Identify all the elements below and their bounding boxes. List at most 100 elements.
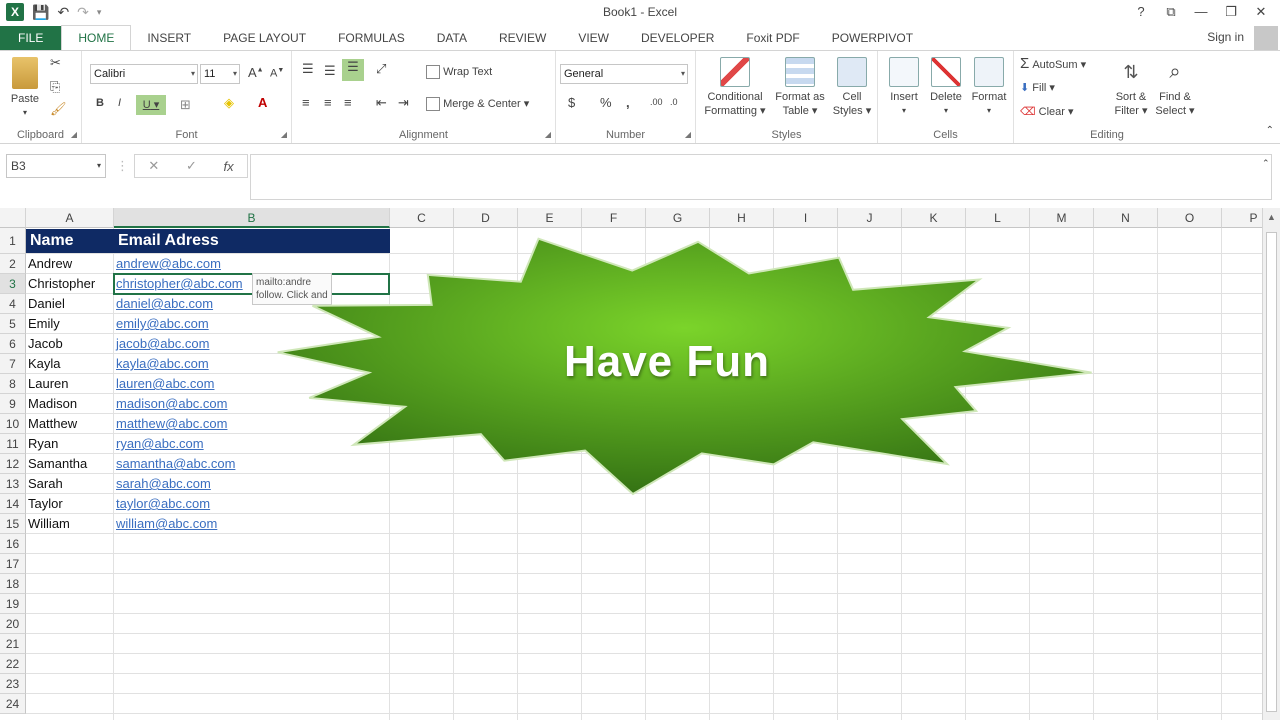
row-header-15[interactable]: 15: [0, 514, 26, 534]
row-header-8[interactable]: 8: [0, 374, 26, 394]
font-size-combo[interactable]: 11 ▾: [200, 64, 240, 84]
row-header-3[interactable]: 3: [0, 274, 26, 294]
name-cell[interactable]: Taylor: [26, 494, 63, 514]
name-cell[interactable]: Matthew: [26, 414, 77, 434]
grow-font-icon[interactable]: A▲: [248, 65, 264, 80]
conditional-formatting-button[interactable]: Conditional Formatting ▾: [702, 57, 768, 118]
row-header-19[interactable]: 19: [0, 594, 26, 614]
align-top-icon[interactable]: ☰: [302, 61, 314, 77]
row-header-17[interactable]: 17: [0, 554, 26, 574]
row-header-6[interactable]: 6: [0, 334, 26, 354]
decrease-decimal-icon[interactable]: .0: [670, 97, 678, 107]
column-header-o[interactable]: O: [1158, 208, 1222, 228]
email-link-cell[interactable]: samantha@abc.com: [114, 454, 235, 474]
help-button[interactable]: ?: [1126, 2, 1156, 22]
increase-decimal-icon[interactable]: .00: [650, 97, 663, 107]
autosum-button[interactable]: Σ AutoSum ▾: [1020, 56, 1086, 72]
italic-button[interactable]: I: [118, 97, 121, 109]
email-link-cell[interactable]: emily@abc.com: [114, 314, 209, 334]
vertical-scrollbar[interactable]: ▲: [1262, 208, 1280, 720]
name-cell[interactable]: Madison: [26, 394, 77, 414]
find-select-button[interactable]: ⌕ Find & Select ▾: [1154, 57, 1196, 118]
row-header-20[interactable]: 20: [0, 614, 26, 634]
tab-insert[interactable]: INSERT: [131, 26, 207, 50]
row-header-11[interactable]: 11: [0, 434, 26, 454]
row-header-14[interactable]: 14: [0, 494, 26, 514]
name-cell[interactable]: Jacob: [26, 334, 63, 354]
name-cell[interactable]: Ryan: [26, 434, 58, 454]
format-as-table-button[interactable]: Format as Table ▾: [772, 57, 828, 118]
insert-cells-button[interactable]: Insert ▾: [884, 57, 924, 118]
alignment-launcher-icon[interactable]: ◢: [545, 130, 551, 139]
name-header-cell[interactable]: Name: [26, 229, 114, 253]
delete-cells-button[interactable]: Delete ▾: [926, 57, 966, 118]
tab-file[interactable]: FILE: [0, 26, 62, 50]
collapse-formula-bar-icon[interactable]: ⌃: [1262, 158, 1270, 169]
font-name-combo[interactable]: Calibri ▾: [90, 64, 198, 84]
email-link-cell[interactable]: ryan@abc.com: [114, 434, 204, 454]
scroll-up-icon[interactable]: ▲: [1267, 212, 1276, 222]
column-header-f[interactable]: F: [582, 208, 646, 228]
row-header-24[interactable]: 24: [0, 694, 26, 714]
percent-button[interactable]: %: [600, 95, 612, 110]
tab-developer[interactable]: DEVELOPER: [625, 26, 730, 50]
name-cell[interactable]: Lauren: [26, 374, 68, 394]
fill-color-icon[interactable]: ◈: [224, 95, 234, 111]
tab-view[interactable]: VIEW: [562, 26, 625, 50]
email-link-cell[interactable]: sarah@abc.com: [114, 474, 211, 494]
align-right-icon[interactable]: ≡: [344, 95, 352, 110]
name-cell[interactable]: Andrew: [26, 254, 72, 274]
column-header-i[interactable]: I: [774, 208, 838, 228]
enter-icon[interactable]: ✓: [186, 158, 197, 174]
row-header-21[interactable]: 21: [0, 634, 26, 654]
column-header-n[interactable]: N: [1094, 208, 1158, 228]
row-header-5[interactable]: 5: [0, 314, 26, 334]
name-cell[interactable]: Kayla: [26, 354, 61, 374]
borders-icon[interactable]: ⊞: [180, 97, 191, 113]
shrink-font-icon[interactable]: A▼: [270, 67, 284, 80]
column-header-d[interactable]: D: [454, 208, 518, 228]
increase-indent-icon[interactable]: ⇥: [398, 95, 409, 111]
row-header-16[interactable]: 16: [0, 534, 26, 554]
email-link-cell[interactable]: matthew@abc.com: [114, 414, 227, 434]
column-header-j[interactable]: J: [838, 208, 902, 228]
email-link-cell[interactable]: kayla@abc.com: [114, 354, 209, 374]
avatar[interactable]: [1254, 26, 1278, 50]
font-launcher-icon[interactable]: ◢: [281, 130, 287, 139]
tab-data[interactable]: DATA: [421, 26, 483, 50]
fill-button[interactable]: ⬇ Fill ▾: [1020, 81, 1055, 95]
sign-in-link[interactable]: Sign in: [1207, 30, 1244, 44]
column-header-a[interactable]: A: [26, 208, 114, 228]
copy-icon[interactable]: ⎘: [50, 79, 60, 95]
paste-button[interactable]: Paste ▾: [6, 57, 44, 120]
column-header-l[interactable]: L: [966, 208, 1030, 228]
font-color-icon[interactable]: A: [258, 95, 267, 110]
ribbon-display-button[interactable]: ⧉: [1156, 2, 1186, 22]
cut-icon[interactable]: ✂: [50, 55, 61, 71]
column-header-b[interactable]: B: [114, 208, 390, 228]
row-header-13[interactable]: 13: [0, 474, 26, 494]
formula-input[interactable]: [250, 154, 1272, 200]
name-cell[interactable]: Emily: [26, 314, 60, 334]
wrap-text-button[interactable]: Wrap Text: [426, 65, 492, 80]
clipboard-launcher-icon[interactable]: ◢: [71, 130, 77, 139]
scroll-thumb[interactable]: [1266, 232, 1277, 712]
align-bottom-icon[interactable]: ☰: [342, 59, 364, 81]
select-all-corner[interactable]: [0, 208, 26, 228]
close-button[interactable]: ✕: [1246, 2, 1276, 22]
currency-button[interactable]: $: [568, 95, 575, 110]
tab-page-layout[interactable]: PAGE LAYOUT: [207, 26, 322, 50]
email-link-cell[interactable]: andrew@abc.com: [114, 254, 221, 274]
row-header-4[interactable]: 4: [0, 294, 26, 314]
align-left-icon[interactable]: ≡: [302, 95, 310, 110]
name-cell[interactable]: Christopher: [26, 274, 95, 294]
insert-function-icon[interactable]: fx: [224, 159, 234, 174]
orientation-icon[interactable]: ⤢: [376, 61, 386, 77]
row-header-12[interactable]: 12: [0, 454, 26, 474]
restore-button[interactable]: ❐: [1216, 2, 1246, 22]
minimize-button[interactable]: —: [1186, 2, 1216, 22]
name-cell[interactable]: William: [26, 514, 70, 534]
clear-button[interactable]: ⌫ Clear ▾: [1020, 105, 1074, 119]
name-cell[interactable]: Daniel: [26, 294, 65, 314]
align-middle-icon[interactable]: ☰: [324, 63, 336, 79]
